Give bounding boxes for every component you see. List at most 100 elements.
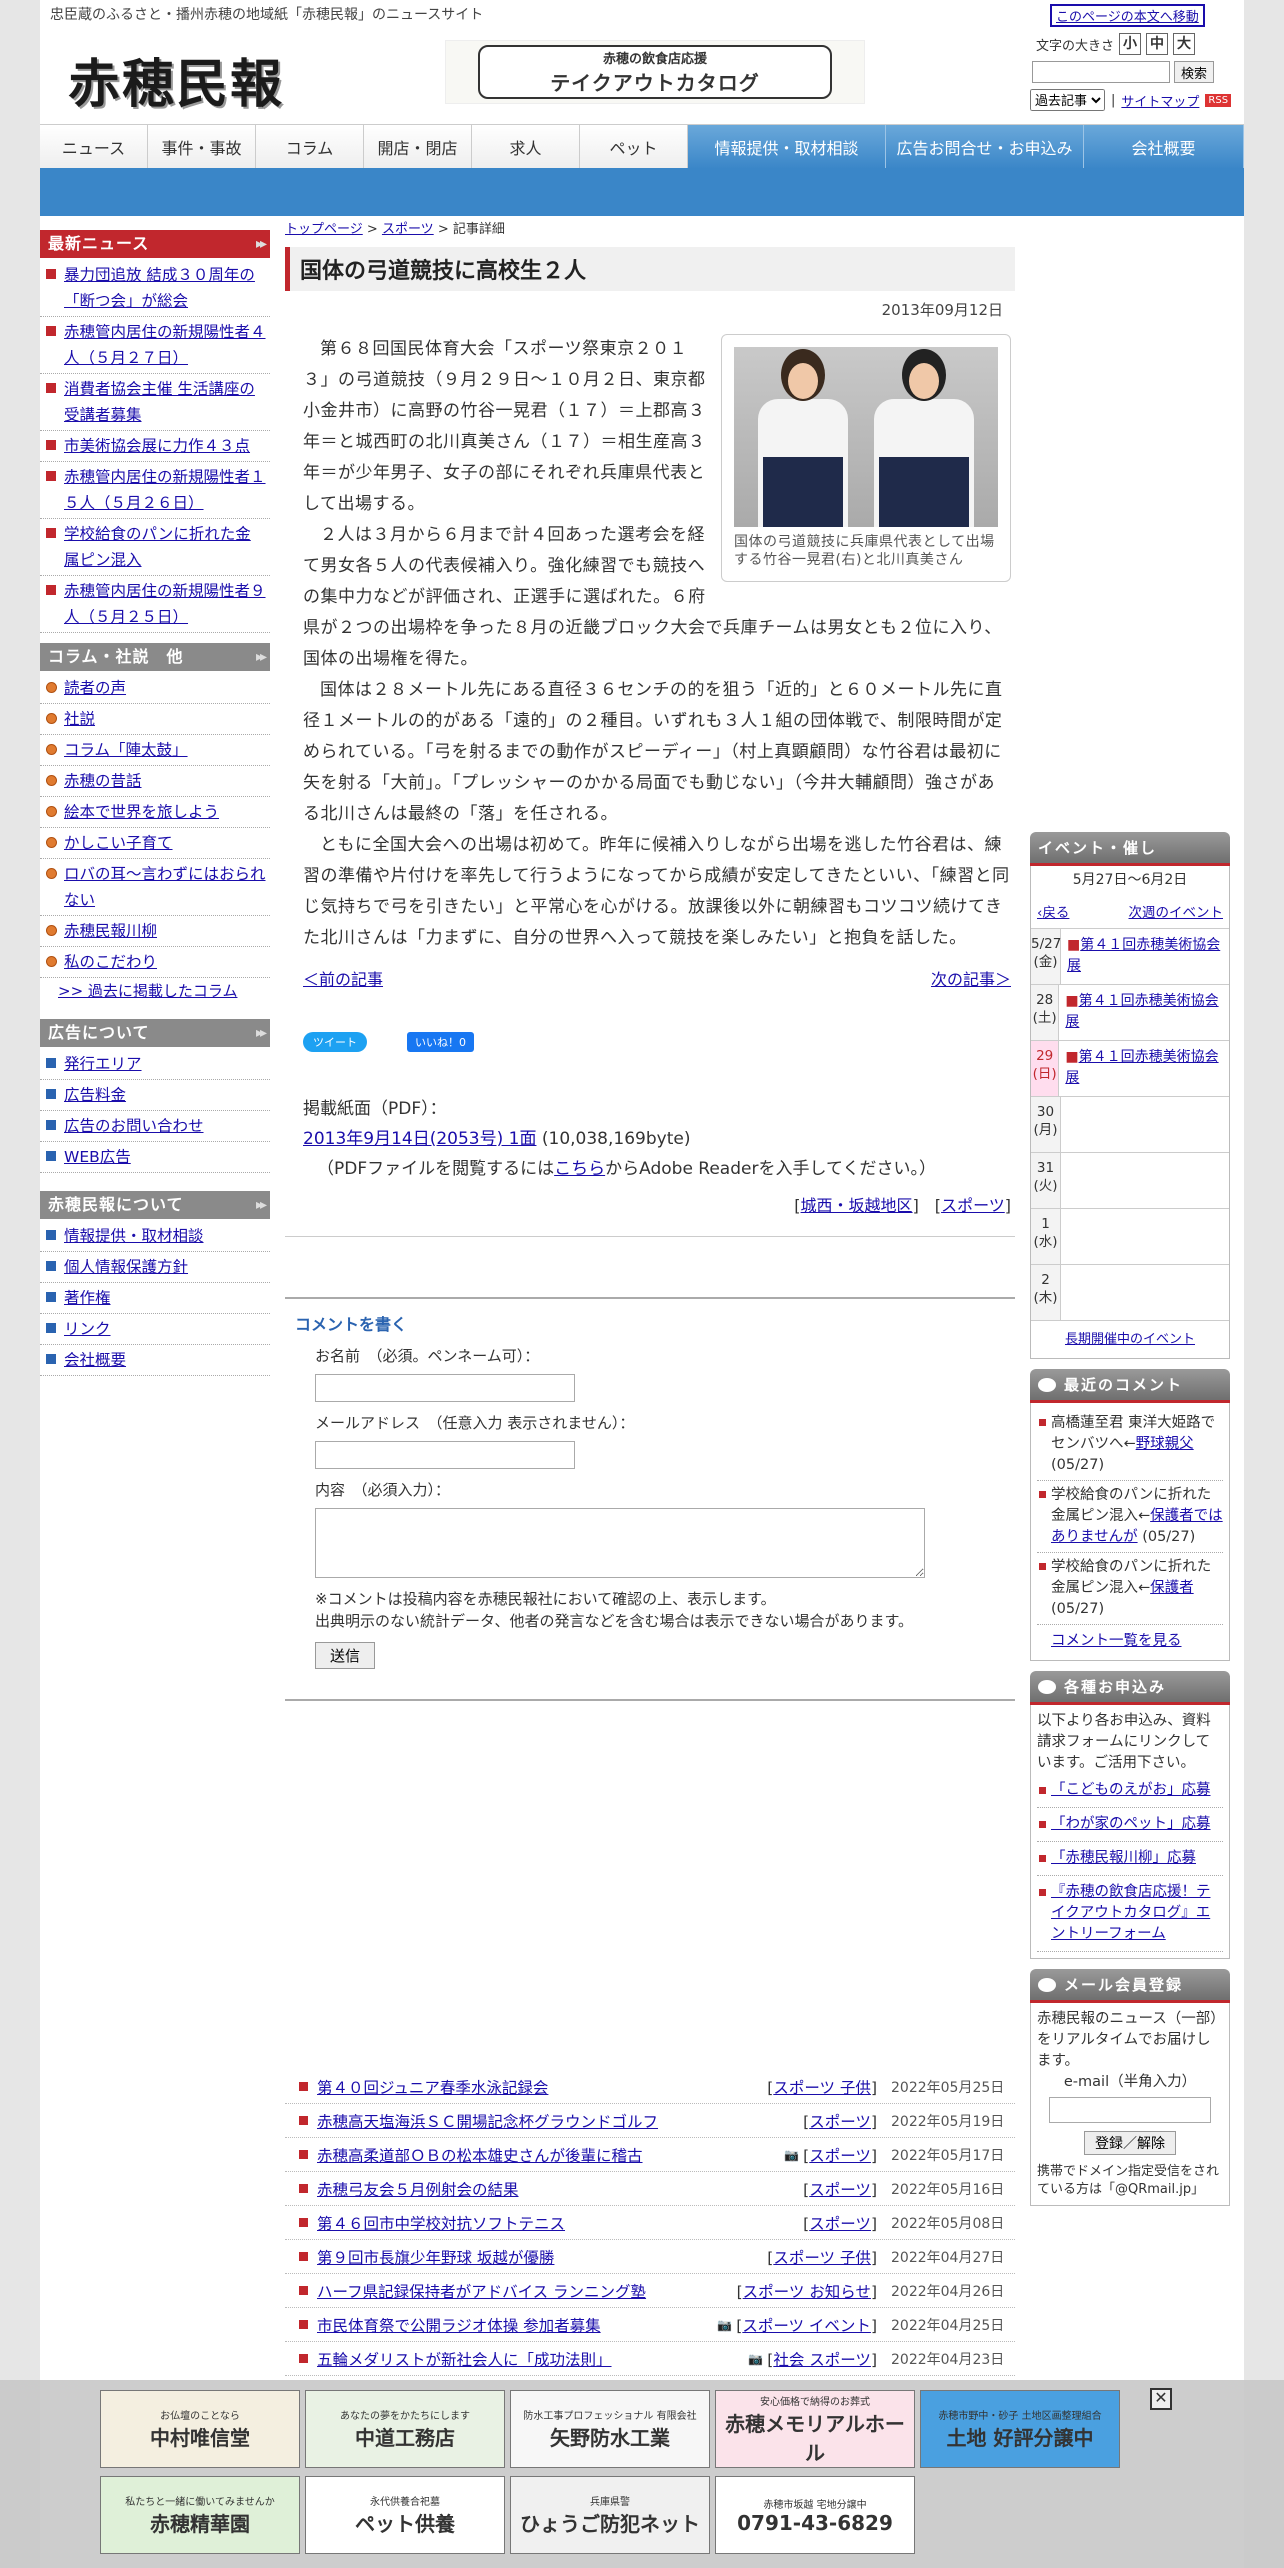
list-item[interactable]: かしこい子育て bbox=[40, 828, 270, 859]
list-item[interactable]: コラム「陣太鼓」 bbox=[40, 735, 270, 766]
list-item[interactable]: リンク bbox=[40, 1314, 270, 1345]
comment-author-link[interactable]: 保護者 bbox=[1150, 1580, 1194, 1596]
list-item[interactable]: 赤穂の昔話 bbox=[40, 766, 270, 797]
close-icon[interactable]: ✕ bbox=[1150, 2388, 1172, 2410]
like-button[interactable]: いいね！0 bbox=[407, 1032, 474, 1052]
nav-column[interactable]: コラム bbox=[256, 125, 364, 169]
nav-shops[interactable]: 開店・閉店 bbox=[364, 125, 472, 169]
name-field[interactable] bbox=[315, 1374, 575, 1402]
search-button[interactable]: 検索 bbox=[1174, 61, 1214, 83]
ad-banner[interactable]: 安心価格で納得のお葬式 赤穂メモリアルホール bbox=[715, 2390, 915, 2468]
news-row[interactable]: 赤穂高柔道部ＯＢの松本雄史さんが後輩に稽古 📷 [スポーツ] 2022年05月1… bbox=[285, 2138, 1015, 2172]
next-article-link[interactable]: 次の記事＞ bbox=[931, 966, 1011, 990]
site-logo[interactable]: 赤穂民報 bbox=[68, 42, 284, 117]
list-item[interactable]: 学校給食のパンに折れた金属ピン混入 bbox=[40, 519, 270, 576]
email-field[interactable] bbox=[315, 1441, 575, 1469]
news-title-link[interactable]: 赤穂高天塩海浜ＳＣ開場記念杯グラウンドゴルフ bbox=[317, 2110, 803, 2132]
news-row[interactable]: 赤穂高天塩海浜ＳＣ開場記念杯グラウンドゴルフ [スポーツ] 2022年05月19… bbox=[285, 2104, 1015, 2138]
long-events-link[interactable]: 長期開催中のイベント bbox=[1065, 1332, 1195, 1347]
font-large-button[interactable]: 大 bbox=[1173, 33, 1196, 55]
news-title-link[interactable]: 第４６回市中学校対抗ソフトテニス bbox=[317, 2212, 803, 2234]
tag-category-link[interactable]: スポーツ bbox=[941, 1196, 1005, 1215]
list-item[interactable]: 情報提供・取材相談 bbox=[40, 1221, 270, 1252]
events-next-link[interactable]: 次週のイベント bbox=[1129, 903, 1224, 924]
list-item[interactable]: 絵本で世界を旅しよう bbox=[40, 797, 270, 828]
archive-select[interactable]: 過去記事 bbox=[1030, 89, 1105, 111]
list-item[interactable]: 暴力団追放 結成３０周年の「断つ会」が総会 bbox=[40, 260, 270, 317]
list-item[interactable]: 赤穂管内居住の新規陽性者９人（５月２５日） bbox=[40, 576, 270, 633]
comment-author-link[interactable]: 野球親父 bbox=[1136, 1436, 1194, 1452]
event-link[interactable]: 第４１回赤穂美術協会展 bbox=[1067, 937, 1220, 974]
nav-pets[interactable]: ペット bbox=[580, 125, 688, 169]
ad-banner[interactable]: 兵庫県警 ひょうご防犯ネット bbox=[510, 2476, 710, 2554]
ad-banner[interactable]: 赤穂市坂越 宅地分譲中 0791-43-6829 bbox=[715, 2476, 915, 2554]
list-item[interactable]: 個人情報保護方針 bbox=[40, 1252, 270, 1283]
ad-banner[interactable]: 赤穂市野中・砂子 土地区画整理組合 土地 好評分譲中 bbox=[920, 2390, 1120, 2468]
list-item[interactable]: 社説 bbox=[40, 704, 270, 735]
application-item[interactable]: 「わが家のペット」応募 bbox=[1037, 1808, 1223, 1842]
list-item[interactable]: 赤穂管内居住の新規陽性者４人（５月２７日） bbox=[40, 317, 270, 374]
list-item[interactable]: 市美術協会展に力作４３点 bbox=[40, 431, 270, 462]
comments-all-link[interactable]: コメント一覧を見る bbox=[1051, 1633, 1182, 1649]
list-item[interactable]: ロバの耳～言わずにはおられない bbox=[40, 859, 270, 916]
news-row[interactable]: 五輪メダリストが新社会人に「成功法則」 📷 [社会 スポーツ] 2022年04月… bbox=[285, 2342, 1015, 2376]
list-item[interactable]: 読者の声 bbox=[40, 673, 270, 704]
list-item[interactable]: 著作権 bbox=[40, 1283, 270, 1314]
mail-input[interactable] bbox=[1049, 2097, 1211, 2123]
rss-icon[interactable]: RSS bbox=[1205, 93, 1232, 107]
news-title-link[interactable]: ハーフ県記録保持者がアドバイス ランニング塾 bbox=[317, 2280, 737, 2302]
list-item[interactable]: 赤穂管内居住の新規陽性者１５人（５月２６日） bbox=[40, 462, 270, 519]
news-title-link[interactable]: 市民体育祭で公開ラジオ体操 参加者募集 bbox=[317, 2314, 717, 2336]
list-item[interactable]: WEB広告 bbox=[40, 1142, 270, 1173]
nav-jobs[interactable]: 求人 bbox=[472, 125, 580, 169]
ad-banner[interactable]: お仏壇のことなら 中村唯信堂 bbox=[100, 2390, 300, 2468]
submit-button[interactable]: 送信 bbox=[315, 1642, 376, 1669]
list-item[interactable]: 私のこだわり bbox=[40, 947, 270, 978]
font-medium-button[interactable]: 中 bbox=[1146, 33, 1169, 55]
ad-banner[interactable]: 私たちと一緒に働いてみませんか 赤穂精華園 bbox=[100, 2476, 300, 2554]
event-link[interactable]: 第４１回赤穂美術協会展 bbox=[1065, 993, 1218, 1030]
nav-info[interactable]: 情報提供・取材相談 bbox=[688, 125, 886, 169]
takeout-banner[interactable]: 赤穂の飲食店応援 テイクアウトカタログ bbox=[445, 40, 865, 104]
event-link[interactable]: 第４１回赤穂美術協会展 bbox=[1065, 1049, 1218, 1086]
news-row[interactable]: ハーフ県記録保持者がアドバイス ランニング塾 [スポーツ お知らせ] 2022年… bbox=[285, 2274, 1015, 2308]
past-columns-link[interactable]: >> 過去に掲載したコラム bbox=[58, 982, 237, 1000]
news-row[interactable]: 市民体育祭で公開ラジオ体操 参加者募集 📷 [スポーツ イベント] 2022年0… bbox=[285, 2308, 1015, 2342]
list-item[interactable]: 広告のお問い合わせ bbox=[40, 1111, 270, 1142]
font-small-button[interactable]: 小 bbox=[1119, 33, 1142, 55]
events-prev-link[interactable]: ‹戻る bbox=[1037, 903, 1069, 924]
news-title-link[interactable]: 五輪メダリストが新社会人に「成功法則」 bbox=[317, 2348, 748, 2370]
news-title-link[interactable]: 赤穂高柔道部ＯＢの松本雄史さんが後輩に稽古 bbox=[317, 2144, 784, 2166]
list-item[interactable]: 広告料金 bbox=[40, 1080, 270, 1111]
prev-article-link[interactable]: ＜前の記事 bbox=[303, 966, 383, 990]
application-item[interactable]: 「こどものえがお」応募 bbox=[1037, 1774, 1223, 1808]
ad-banner[interactable]: あなたの夢をかたちにします 中道工務店 bbox=[305, 2390, 505, 2468]
sitemap-link[interactable]: サイトマップ bbox=[1121, 91, 1199, 110]
ad-banner[interactable]: 永代供養合祀墓 ペット供養 bbox=[305, 2476, 505, 2554]
application-item[interactable]: 『赤穂の飲食店応援！テイクアウトカタログ』エントリーフォーム bbox=[1037, 1876, 1223, 1952]
nav-ads[interactable]: 広告お問合せ・お申込み bbox=[886, 125, 1084, 169]
tweet-button[interactable]: ツイート bbox=[303, 1032, 367, 1052]
search-input[interactable] bbox=[1032, 61, 1170, 83]
nav-company[interactable]: 会社概要 bbox=[1084, 125, 1244, 169]
ad-banner[interactable]: 防水工事プロフェッショナル 有限会社 矢野防水工業 bbox=[510, 2390, 710, 2468]
news-title-link[interactable]: 第９回市長旗少年野球 坂越が優勝 bbox=[317, 2246, 767, 2268]
list-item[interactable]: 発行エリア bbox=[40, 1049, 270, 1080]
pdf-link[interactable]: 2013年9月14日(2053号) 1面 bbox=[303, 1129, 536, 1149]
news-row[interactable]: 第４０回ジュニア春季水泳記録会 [スポーツ 子供] 2022年05月25日 bbox=[285, 2070, 1015, 2104]
news-row[interactable]: 第９回市長旗少年野球 坂越が優勝 [スポーツ 子供] 2022年04月27日 bbox=[285, 2240, 1015, 2274]
news-title-link[interactable]: 赤穂弓友会５月例射会の結果 bbox=[317, 2178, 803, 2200]
application-item[interactable]: 「赤穂民報川柳」応募 bbox=[1037, 1842, 1223, 1876]
news-row[interactable]: 赤穂弓友会５月例射会の結果 [スポーツ] 2022年05月16日 bbox=[285, 2172, 1015, 2206]
list-item[interactable]: 会社概要 bbox=[40, 1345, 270, 1376]
nav-incidents[interactable]: 事件・事故 bbox=[148, 125, 256, 169]
content-field[interactable] bbox=[315, 1508, 925, 1578]
list-item[interactable]: 消費者協会主催 生活講座の受講者募集 bbox=[40, 374, 270, 431]
news-row[interactable]: 第４６回市中学校対抗ソフトテニス [スポーツ] 2022年05月08日 bbox=[285, 2206, 1015, 2240]
adobe-link[interactable]: こちら bbox=[554, 1159, 605, 1179]
skip-to-content-link[interactable]: このページの本文へ移動 bbox=[1050, 4, 1205, 27]
news-title-link[interactable]: 第４０回ジュニア春季水泳記録会 bbox=[317, 2076, 767, 2098]
tag-area-link[interactable]: 城西・坂越地区 bbox=[801, 1196, 913, 1215]
nav-news[interactable]: ニュース bbox=[40, 125, 148, 169]
list-item[interactable]: 赤穂民報川柳 bbox=[40, 916, 270, 947]
